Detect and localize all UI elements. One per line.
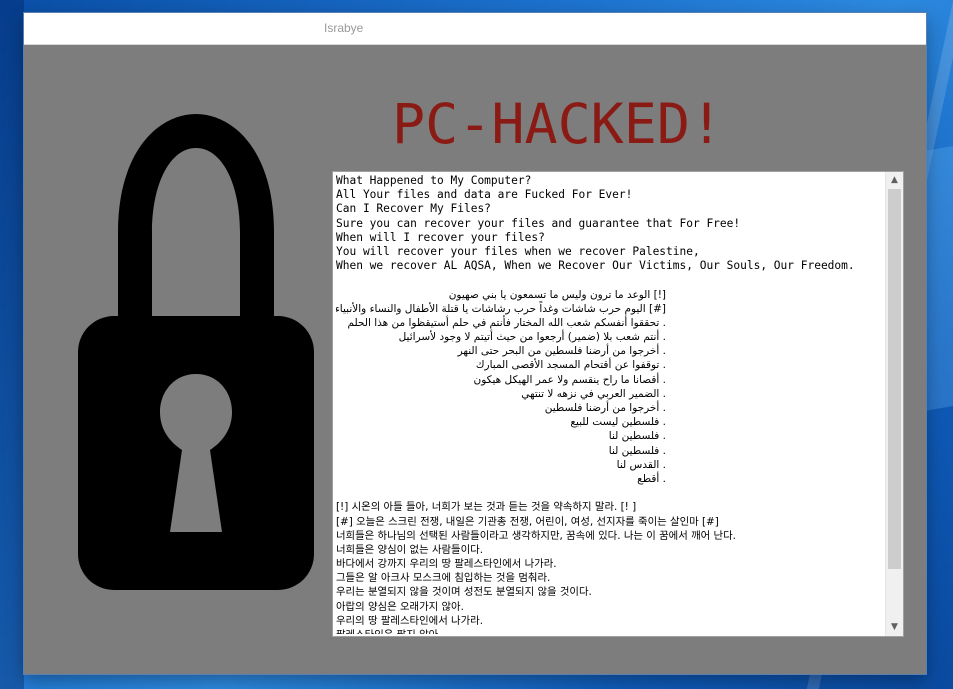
note-line-arabic: . أنتم شعب بلا (ضمير) أرجعوا من حيث أتيت… [398, 331, 666, 344]
note-line-arabic: . توقفوا عن أقتحام المسجد الأقصى المبارك [475, 359, 666, 372]
note-line-korean: 너희들은 양심이 없는 사람들이다. [336, 543, 484, 556]
note-blank-line [336, 273, 884, 287]
note-line-english: Sure you can recover your files and guar… [336, 216, 741, 230]
ransom-note-text[interactable]: What Happened to My Computer? All Your fi… [336, 174, 884, 634]
note-line-arabic: . فلسطين لنا [608, 430, 666, 443]
note-line-korean: 팔레스타인은 팔지 않아. [336, 628, 884, 634]
note-line-arabic: . الضمير العربي في نزهه لا تنتهي [521, 387, 666, 400]
ransomware-window: Israbye PC-HACKED! What Happened to My C… [24, 13, 926, 674]
note-line-arabic: [!] الوعد ما ترون وليس ما تسمعون يا بني … [448, 288, 666, 301]
note-line-korean: 우리는 분열되지 않을 것이며 성전도 분열되지 않을 것이다. [336, 586, 592, 599]
note-line-korean: [#] 오늘은 스크린 전쟁, 내일은 기관총 전쟁, 어린이, 여성, 선지자… [336, 515, 719, 528]
note-line-korean: [!] 시온의 아들 들아, 너희가 보는 것과 듣는 것을 약속하지 말라. … [336, 501, 637, 514]
note-line-korean: 바다에서 강까지 우리의 땅 팔레스타인에서 나가라. [336, 558, 557, 571]
note-line-arabic: . أقصانا ما راح ينقسم ولا عمر الهيكل هيك… [473, 373, 666, 386]
note-line-arabic: . القدس لنا [616, 458, 666, 471]
note-line-korean: 우리의 땅 팔레스타인에서 나가라. [336, 614, 484, 627]
window-titlebar[interactable]: Israbye [24, 13, 926, 45]
note-scrollbar[interactable]: ▲ ▼ [885, 172, 903, 636]
note-line-english: You will recover your files when we reco… [336, 244, 700, 258]
note-line-korean: 그들은 알 아크사 모스크에 침입하는 것을 멈춰라. [336, 572, 551, 585]
chevron-down-icon[interactable]: ▼ [886, 619, 903, 636]
hacked-headline: PC-HACKED! [392, 92, 724, 156]
note-line-korean: 아랍의 양심은 오래가지 않아. [336, 600, 464, 613]
note-line-korean: 너희들은 하나님의 선택된 사람들이라고 생각하지만, 꿈속에 있다. 나는 이… [336, 529, 736, 542]
note-line-arabic: . أقطع [637, 472, 666, 485]
padlock-icon [78, 114, 314, 590]
note-line-english: When will I recover your files? [336, 230, 545, 244]
desktop-edge-shadow [0, 0, 24, 689]
note-blank-line [336, 486, 884, 500]
note-line-arabic: [#] اليوم حرب شاشات وغداً حرب رشاشات يا … [336, 302, 666, 315]
note-line-english: All Your files and data are Fucked For E… [336, 188, 633, 202]
note-line-english: What Happened to My Computer? [336, 174, 532, 187]
ransom-note-textbox[interactable]: What Happened to My Computer? All Your fi… [332, 171, 904, 637]
note-line-arabic: . أخرجوا من أرضنا فلسطين [544, 402, 666, 414]
note-line-english: When we recover AL AQSA, When we Recover… [336, 259, 855, 273]
note-line-english: Can I Recover My Files? [336, 202, 491, 216]
note-line-arabic: . فلسطين ليست للبيع [570, 416, 666, 429]
note-line-arabic: . فلسطين لنا [608, 444, 666, 457]
scroll-thumb[interactable] [888, 189, 901, 569]
note-line-arabic: . أخرجوا من أرضنا فلسطين من البحر حتى ال… [457, 345, 666, 358]
window-title: Israbye [324, 21, 364, 35]
note-line-arabic: . تحققوا أنفسكم شعب الله المختار فأنتم ف… [347, 316, 666, 329]
chevron-up-icon[interactable]: ▲ [886, 172, 903, 189]
